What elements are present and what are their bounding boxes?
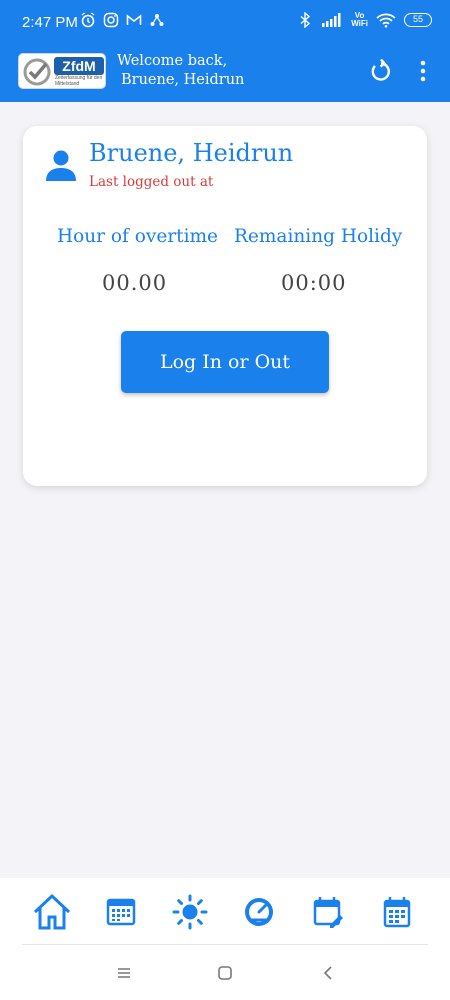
calendar-grid-icon[interactable]: [101, 892, 141, 932]
welcome-line1: Welcome back,: [117, 53, 228, 69]
overtime-label: Hour of overtime: [57, 226, 218, 247]
welcome-line2: Bruene, Heidrun: [121, 72, 245, 88]
menu-icon[interactable]: [114, 963, 134, 983]
home-icon[interactable]: [32, 892, 72, 932]
status-notification-icons: [80, 12, 165, 28]
log-in-out-button[interactable]: Log In or Out: [121, 331, 329, 393]
status-system-icons: Vo WiFi 55: [297, 12, 432, 28]
instagram-icon: [103, 12, 119, 28]
signal-icon: [322, 13, 341, 27]
status-time: 2:47 PM: [22, 14, 78, 31]
user-name: Bruene, Heidrun: [89, 139, 294, 167]
user-summary-card: Bruene, Heidrun Last logged out at Hour …: [23, 126, 427, 486]
wifi-icon: [376, 13, 396, 28]
refresh-icon[interactable]: [368, 58, 394, 84]
sun-icon[interactable]: [170, 892, 210, 932]
last-logout-text: Last logged out at: [89, 174, 214, 190]
home-square-icon[interactable]: [215, 963, 235, 983]
app-bar: ZfdM Zeiterfassung für den Mittelstand W…: [0, 40, 450, 102]
system-navigation-bar: [0, 945, 450, 1000]
calendar-icon[interactable]: [377, 892, 417, 932]
more-options-icon[interactable]: [413, 58, 433, 84]
battery-indicator: 55: [404, 13, 432, 27]
gmail-icon: [126, 14, 142, 25]
welcome-message: Welcome back, Bruene, Heidrun: [117, 52, 244, 90]
holiday-value: 00:00: [281, 271, 347, 295]
logo-check-icon: [23, 58, 51, 86]
vowifi-bottom: WiFi: [351, 19, 368, 28]
user-icon: [46, 150, 76, 181]
status-bar: 2:47 PM Vo WiFi 55: [0, 0, 450, 40]
alarm-icon: [81, 12, 95, 28]
bluetooth-icon: [300, 12, 311, 28]
calendar-edit-icon[interactable]: [308, 892, 348, 932]
holiday-label: Remaining Holidy: [234, 226, 403, 247]
zfdm-logo: ZfdM Zeiterfassung für den Mittelstand: [18, 53, 106, 89]
logo-wordmark: ZfdM: [54, 57, 104, 75]
network-icon: [150, 14, 164, 26]
back-icon[interactable]: [318, 963, 338, 983]
logo-tagline: Zeiterfassung für den Mittelstand: [55, 75, 103, 87]
bottom-navigation: [0, 878, 450, 948]
speedometer-icon[interactable]: [239, 892, 279, 932]
overtime-value: 00.00: [102, 271, 168, 295]
vowifi-indicator: Vo WiFi: [351, 12, 368, 28]
